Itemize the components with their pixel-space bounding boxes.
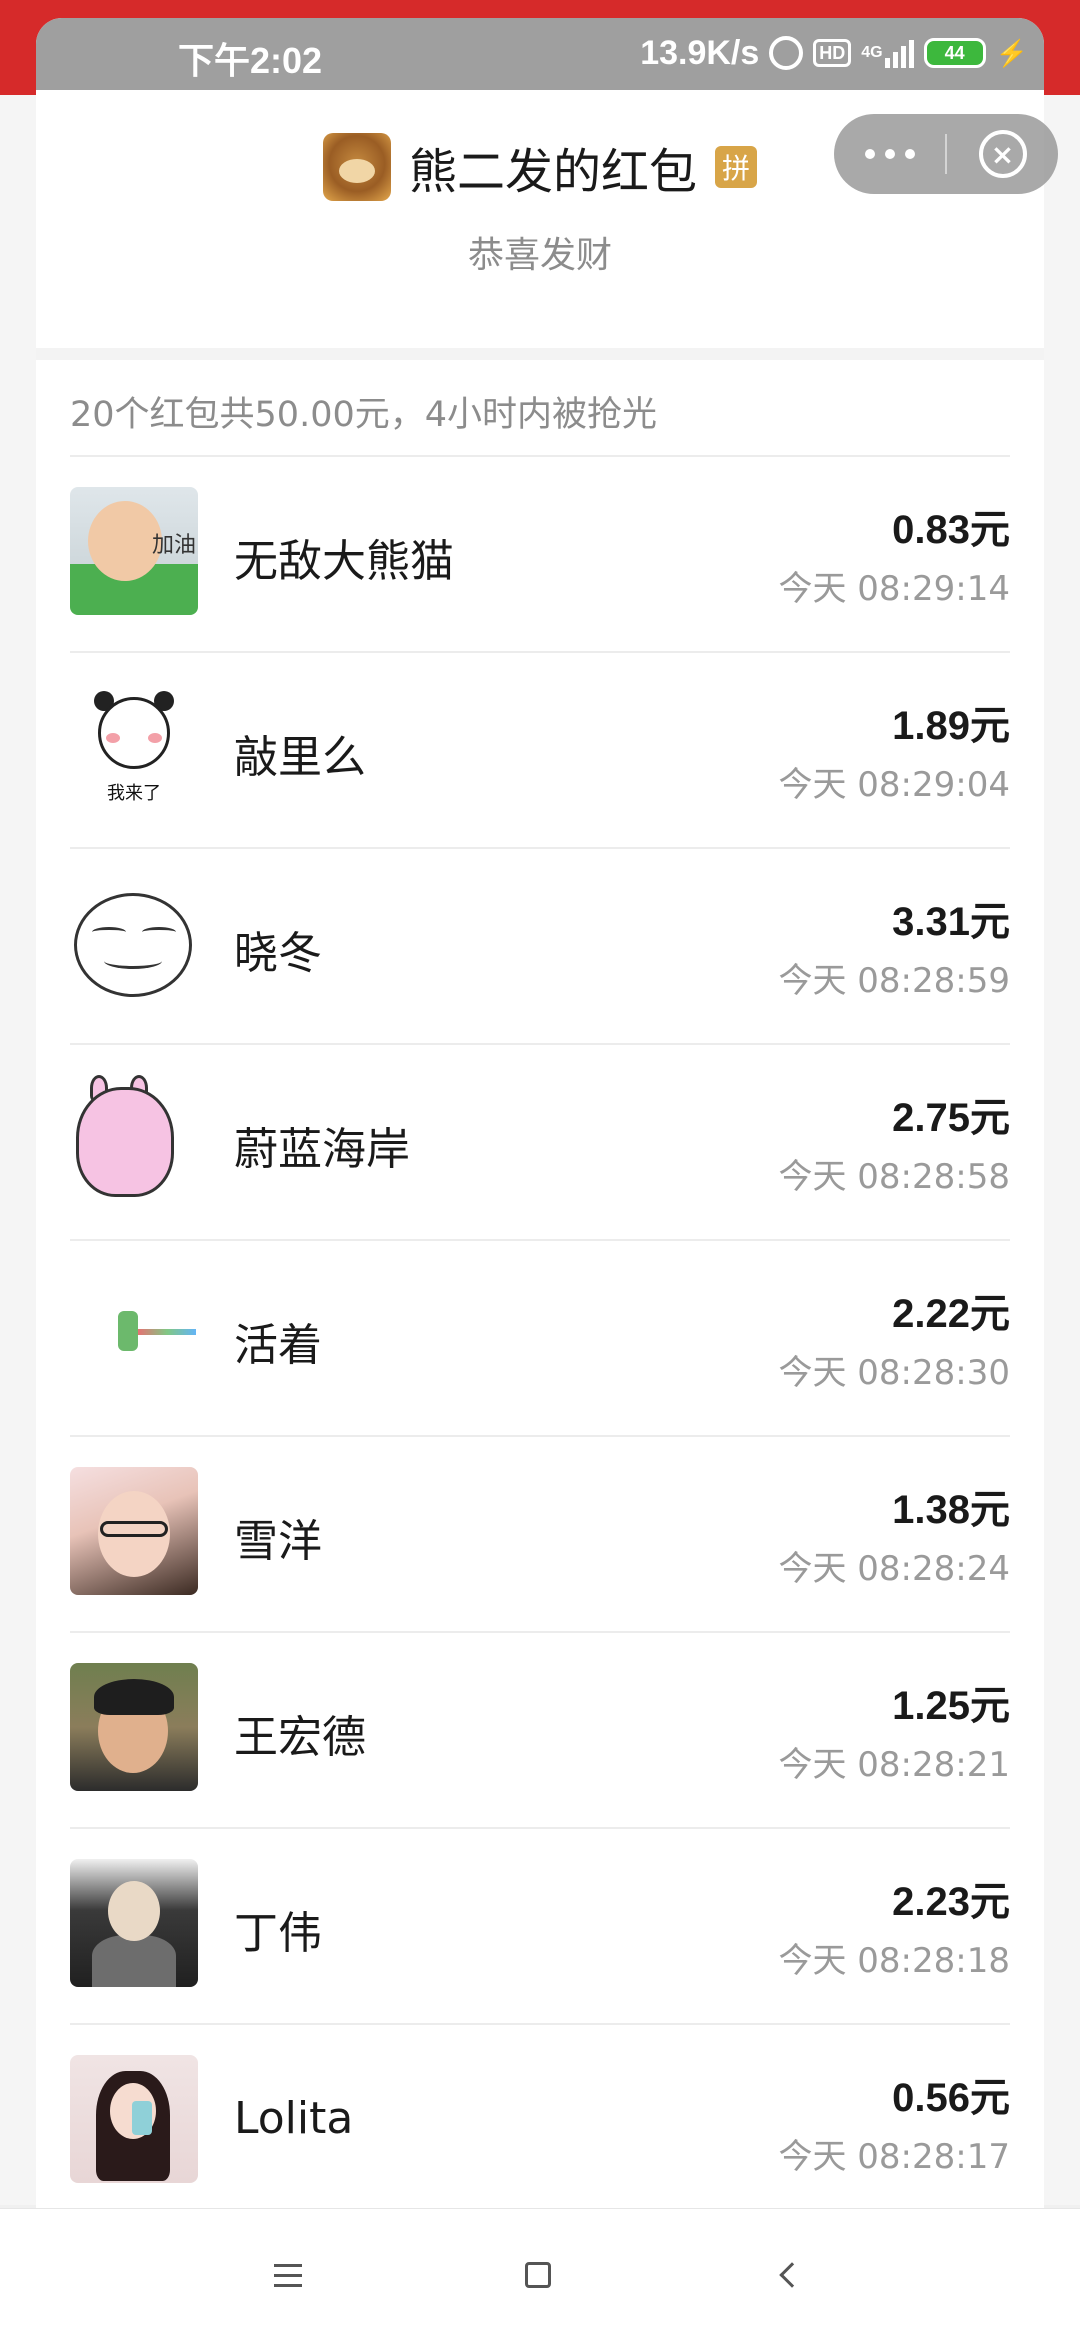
charging-icon: ⚡: [995, 37, 1028, 68]
avatar[interactable]: 加油: [70, 487, 198, 615]
back-button[interactable]: [758, 2245, 818, 2305]
page-background-right: [1044, 95, 1080, 2205]
status-indicators: 13.9K/s HD 4G 44 ⚡: [640, 30, 1028, 76]
claim-amount: 1.89元: [892, 704, 1010, 748]
system-navigation-bar: [0, 2208, 1080, 2340]
hd-icon: HD: [813, 39, 852, 67]
claim-time: 今天 08:28:18: [778, 1941, 1010, 1981]
claim-amount: 3.31元: [892, 900, 1010, 944]
claim-time: 今天 08:28:17: [778, 2137, 1010, 2177]
avatar[interactable]: [70, 1859, 198, 1987]
claim-time: 今天 08:28:30: [778, 1353, 1010, 1393]
packet-greeting: 恭喜发财: [467, 235, 612, 276]
claim-row[interactable]: 活着 2.22元 今天 08:28:30: [70, 1241, 1010, 1437]
avatar[interactable]: [70, 1467, 198, 1595]
avatar[interactable]: [70, 1075, 198, 1203]
claim-amount: 1.25元: [892, 1684, 1010, 1728]
claimer-name: 晓冬: [234, 928, 322, 979]
claim-amount: 0.83元: [892, 508, 1010, 552]
claim-row[interactable]: 王宏德 1.25元 今天 08:28:21: [70, 1633, 1010, 1829]
packet-summary: 20个红包共50.00元，4小时内被抢光: [70, 395, 658, 435]
claim-amount: 0.56元: [892, 2076, 1010, 2120]
status-time: 下午2:02: [178, 40, 323, 81]
home-button[interactable]: [508, 2245, 568, 2305]
back-icon: [779, 2262, 805, 2288]
mini-program-capsule: ×: [834, 114, 1058, 194]
claim-row[interactable]: 雪洋 1.38元 今天 08:28:24: [70, 1437, 1010, 1633]
sender-avatar: [322, 133, 391, 201]
avatar[interactable]: [70, 1663, 198, 1791]
claim-amount: 2.75元: [892, 1096, 1010, 1140]
menu-icon: [274, 2263, 302, 2287]
claimer-name: 丁伟: [234, 1908, 322, 1959]
claimer-name: 王宏德: [234, 1712, 366, 1763]
recent-apps-button[interactable]: [258, 2245, 318, 2305]
claim-amount: 2.23元: [892, 1880, 1010, 1924]
claim-row[interactable]: 晓冬 3.31元 今天 08:28:59: [70, 849, 1010, 1045]
claim-row[interactable]: 蔚蓝海岸 2.75元 今天 08:28:58: [70, 1045, 1010, 1241]
claimer-name: 蔚蓝海岸: [234, 1124, 410, 1175]
alarm-icon: [769, 36, 804, 70]
more-options-icon[interactable]: [834, 114, 945, 194]
signal-4g-icon: 4G: [861, 38, 914, 68]
claim-time: 今天 08:28:59: [778, 961, 1010, 1001]
page-background-left: [0, 95, 36, 2205]
claim-row[interactable]: 丁伟 2.23元 今天 08:28:18: [70, 1829, 1010, 2025]
claim-time: 今天 08:29:04: [778, 765, 1010, 805]
section-gap: [36, 348, 1044, 360]
claim-time: 今天 08:28:21: [778, 1745, 1010, 1785]
claimer-name: Lolita: [234, 2093, 354, 2144]
claim-time: 今天 08:29:14: [778, 569, 1010, 609]
close-button[interactable]: ×: [947, 114, 1058, 194]
avatar[interactable]: [70, 879, 198, 1007]
net-speed: 13.9K/s: [640, 33, 760, 72]
avatar[interactable]: [70, 1271, 198, 1399]
pin-badge: 拼: [715, 146, 757, 188]
red-packet-detail-card: 下午2:02 13.9K/s HD 4G 44 ⚡ 熊二发的红包 拼 恭喜发财 …: [36, 18, 1044, 2208]
battery-icon: 44: [923, 38, 986, 68]
claim-amount: 2.22元: [892, 1292, 1010, 1336]
claim-row[interactable]: 我来了 敲里么 1.89元 今天 08:29:04: [70, 653, 1010, 849]
home-icon: [525, 2262, 551, 2288]
claim-row[interactable]: 加油 无敌大熊猫 0.83元 今天 08:29:14: [70, 457, 1010, 653]
claim-amount: 1.38元: [892, 1488, 1010, 1532]
claim-time: 今天 08:28:58: [778, 1157, 1010, 1197]
claimer-name: 无敌大熊猫: [234, 536, 454, 587]
avatar[interactable]: [70, 2055, 198, 2183]
claim-row[interactable]: Lolita 0.56元 今天 08:28:17: [70, 2025, 1010, 2208]
avatar[interactable]: 我来了: [70, 683, 198, 811]
claim-list: 加油 无敌大熊猫 0.83元 今天 08:29:14 我来了 敲里么 1.89元…: [70, 457, 1010, 2208]
close-icon: ×: [978, 130, 1027, 178]
packet-title: 熊二发的红包: [408, 144, 697, 200]
status-bar: 下午2:02 13.9K/s HD 4G 44 ⚡: [36, 18, 1044, 90]
claimer-name: 雪洋: [234, 1516, 322, 1567]
claimer-name: 敲里么: [234, 732, 366, 783]
claimer-name: 活着: [234, 1320, 322, 1371]
claim-time: 今天 08:28:24: [778, 1549, 1010, 1589]
